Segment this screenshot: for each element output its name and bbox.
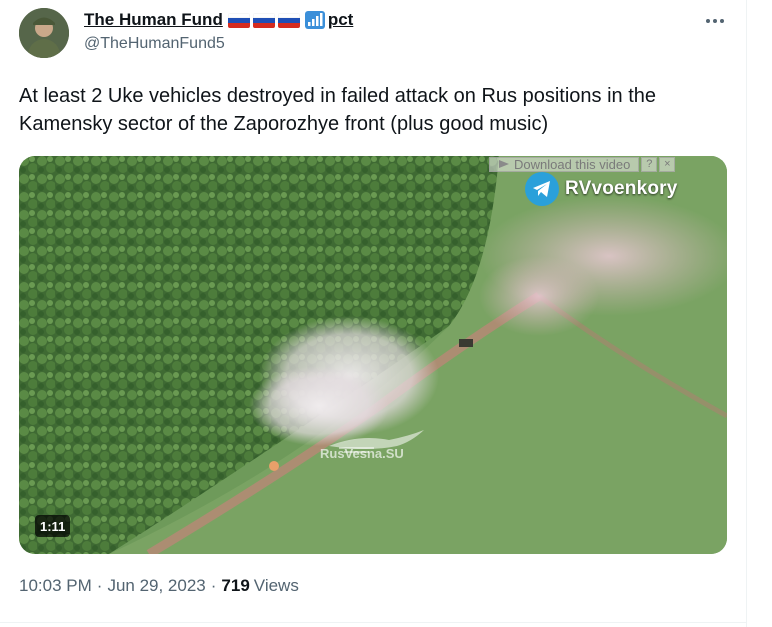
views-count: 719 xyxy=(221,576,250,595)
views-label: Views xyxy=(253,576,299,595)
russia-flag-icon xyxy=(277,12,300,28)
name-row: The Human Fund pct xyxy=(84,9,684,31)
channel-name: RVvoenkory xyxy=(565,178,678,199)
tweet-time[interactable]: 10:03 PM xyxy=(19,576,92,596)
help-button[interactable]: ? xyxy=(641,156,658,172)
video-player[interactable]: Download this video ? × RVvoenkory RusVe… xyxy=(19,156,727,554)
close-overlay-button[interactable]: × xyxy=(659,156,676,172)
separator: · xyxy=(210,576,217,595)
name-emojis: pct xyxy=(227,10,354,30)
user-handle[interactable]: @TheHumanFund5 xyxy=(84,35,684,53)
russia-flag-icon xyxy=(227,12,250,28)
display-name[interactable]: The Human Fund xyxy=(84,10,223,30)
signal-bars-icon xyxy=(304,11,325,29)
channel-watermark: RVvoenkory xyxy=(525,172,678,206)
tweet-divider xyxy=(0,622,746,623)
tweet-header: The Human Fund pct @TheHumanFund5 xyxy=(84,9,684,53)
telegram-icon xyxy=(525,172,559,206)
column-border xyxy=(746,0,747,627)
tweet-metadata: 10:03 PM · Jun 29, 2023 · 719 Views xyxy=(19,576,299,596)
tweet-date[interactable]: Jun 29, 2023 xyxy=(107,576,205,596)
download-overlay: Download this video ? × xyxy=(489,156,727,172)
display-name-suffix[interactable]: pct xyxy=(328,10,354,30)
video-duration-badge: 1:11 xyxy=(35,515,71,537)
avatar-image xyxy=(19,8,69,58)
separator: · xyxy=(96,576,103,595)
russia-flag-icon xyxy=(252,12,275,28)
watermark-text: RusVesna.SU xyxy=(320,446,404,461)
play-triangle-icon xyxy=(499,160,509,168)
avatar[interactable] xyxy=(19,8,69,58)
more-options-button[interactable] xyxy=(700,10,730,32)
download-label: Download this video xyxy=(514,156,631,172)
tweet-text: At least 2 Uke vehicles destroyed in fai… xyxy=(19,85,657,135)
video-frame xyxy=(19,156,727,554)
more-dots-icon xyxy=(706,19,724,23)
download-video-button[interactable]: Download this video xyxy=(489,156,640,172)
